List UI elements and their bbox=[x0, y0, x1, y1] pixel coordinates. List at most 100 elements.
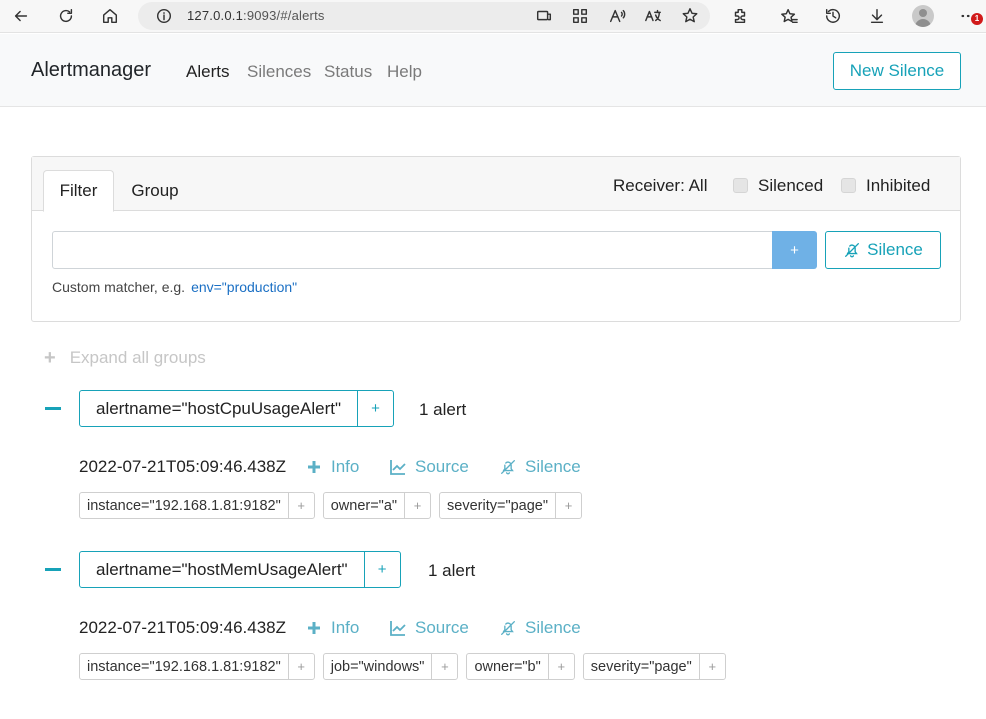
filter-matcher-input[interactable] bbox=[52, 231, 774, 269]
group-label-text[interactable]: alertname="hostMemUsageAlert" bbox=[80, 552, 365, 587]
label-chip: instance="192.168.1.81:9182" + bbox=[79, 653, 315, 680]
app-navbar: Alertmanager Alerts Silences Status Help… bbox=[0, 34, 986, 107]
silenced-checkbox[interactable] bbox=[733, 178, 748, 193]
browser-toolbar: 127.0.0.1:9093/#/alerts 1 bbox=[0, 0, 986, 33]
group-label-filter: alertname="hostCpuUsageAlert" + bbox=[79, 390, 395, 427]
qr-code-icon[interactable] bbox=[568, 4, 592, 28]
label-chip: owner="b" + bbox=[466, 653, 575, 680]
hint-example-link[interactable]: env="production" bbox=[191, 279, 297, 295]
filter-card-header: Filter Group Receiver: All Silenced Inhi… bbox=[32, 157, 960, 212]
expand-all-groups[interactable]: + Expand all groups bbox=[44, 346, 206, 369]
add-matcher-button[interactable]: + bbox=[772, 231, 817, 269]
chart-line-icon bbox=[390, 621, 406, 636]
nav-alerts[interactable]: Alerts bbox=[186, 62, 229, 82]
url-path: :9093/#/alerts bbox=[243, 8, 325, 23]
history-icon[interactable] bbox=[821, 4, 845, 28]
profile-avatar-icon[interactable] bbox=[912, 5, 934, 27]
alert-count: 1 alert bbox=[428, 561, 476, 580]
label-add-button[interactable]: + bbox=[405, 493, 430, 518]
add-favorite-icon[interactable] bbox=[678, 4, 702, 28]
group-add-filter-button[interactable]: + bbox=[358, 391, 393, 426]
info-label: Info bbox=[331, 618, 360, 637]
alert-count: 1 alert bbox=[419, 400, 467, 419]
bell-slash-icon bbox=[501, 460, 515, 475]
label-add-button[interactable]: + bbox=[700, 654, 725, 679]
label-chip: severity="page" + bbox=[439, 492, 583, 519]
group-label-text[interactable]: alertname="hostCpuUsageAlert" bbox=[80, 391, 359, 426]
label-chip-text[interactable]: instance="192.168.1.81:9182" bbox=[80, 654, 289, 679]
source-link[interactable]: Source bbox=[389, 457, 469, 477]
url-host: 127.0.0.1 bbox=[187, 8, 244, 23]
group-add-filter-button[interactable]: + bbox=[365, 552, 400, 587]
label-add-button[interactable]: + bbox=[289, 493, 314, 518]
plus-icon bbox=[308, 622, 320, 634]
silence-alert-label: Silence bbox=[525, 618, 581, 637]
silence-alert-button[interactable]: Silence bbox=[499, 618, 581, 638]
label-chip: instance="192.168.1.81:9182" + bbox=[79, 492, 315, 519]
silence-alert-button[interactable]: Silence bbox=[499, 457, 581, 477]
alert-timestamp: 2022-07-21T05:09:46.438Z bbox=[79, 618, 286, 637]
nav-status[interactable]: Status bbox=[324, 62, 372, 82]
label-add-button[interactable]: + bbox=[432, 654, 457, 679]
label-chip: job="windows" + bbox=[322, 653, 459, 680]
label-add-button[interactable]: + bbox=[549, 654, 574, 679]
back-icon[interactable] bbox=[9, 4, 33, 28]
home-icon[interactable] bbox=[98, 4, 122, 28]
expand-all-label: Expand all groups bbox=[69, 348, 206, 367]
info-label: Info bbox=[331, 457, 360, 476]
hint-text: Custom matcher, e.g. bbox=[52, 279, 186, 295]
info-button[interactable]: Info bbox=[305, 457, 359, 477]
bell-slash-icon bbox=[845, 243, 860, 258]
group-label-filter: alertname="hostMemUsageAlert" + bbox=[79, 551, 401, 588]
read-aloud-icon[interactable] bbox=[605, 4, 629, 28]
filter-card: Filter Group Receiver: All Silenced Inhi… bbox=[31, 156, 961, 322]
silence-alert-label: Silence bbox=[525, 457, 581, 476]
inhibited-label[interactable]: Inhibited bbox=[866, 176, 930, 196]
downloads-icon[interactable] bbox=[865, 4, 889, 28]
inhibited-checkbox[interactable] bbox=[841, 178, 856, 193]
site-info-icon[interactable] bbox=[152, 4, 176, 28]
alert-timestamp: 2022-07-21T05:09:46.438Z bbox=[79, 457, 286, 476]
label-chip: severity="page" + bbox=[582, 653, 726, 680]
plus-icon: + bbox=[44, 347, 56, 369]
bell-slash-icon bbox=[501, 621, 515, 636]
receiver-select[interactable]: Receiver: All bbox=[613, 176, 707, 196]
label-chip-text[interactable]: owner="a" bbox=[324, 493, 406, 518]
label-add-button[interactable]: + bbox=[289, 654, 314, 679]
source-label: Source bbox=[415, 457, 469, 476]
label-chip-text[interactable]: severity="page" bbox=[584, 654, 700, 679]
plus-icon bbox=[308, 461, 320, 473]
label-chip-text[interactable]: instance="192.168.1.81:9182" bbox=[80, 493, 289, 518]
translate-icon[interactable] bbox=[641, 4, 665, 28]
collapse-group-icon[interactable] bbox=[45, 568, 61, 571]
nav-silences[interactable]: Silences bbox=[247, 62, 311, 82]
alert-labels: instance="192.168.1.81:9182" + owner="a" +… bbox=[79, 492, 583, 519]
address-bar[interactable]: 127.0.0.1:9093/#/alerts bbox=[138, 2, 710, 30]
label-chip-text[interactable]: job="windows" bbox=[324, 654, 433, 679]
tab-group[interactable]: Group bbox=[116, 170, 194, 212]
chart-line-icon bbox=[390, 460, 406, 475]
app-available-icon[interactable] bbox=[532, 4, 556, 28]
source-link[interactable]: Source bbox=[389, 618, 469, 638]
nav-help[interactable]: Help bbox=[387, 62, 422, 82]
silence-filter-button[interactable]: Silence bbox=[825, 231, 941, 269]
refresh-icon[interactable] bbox=[54, 4, 78, 28]
silenced-label[interactable]: Silenced bbox=[758, 176, 823, 196]
silence-filter-label: Silence bbox=[867, 240, 923, 259]
url-text: 127.0.0.1:9093/#/alerts bbox=[187, 8, 325, 23]
favorites-icon[interactable] bbox=[777, 4, 801, 28]
tab-filter[interactable]: Filter bbox=[43, 170, 114, 212]
matcher-hint: Custom matcher, e.g. env="production" bbox=[52, 279, 297, 295]
extensions-icon[interactable] bbox=[728, 4, 752, 28]
alert-labels: instance="192.168.1.81:9182" + job="windo… bbox=[79, 653, 726, 680]
label-chip-text[interactable]: owner="b" bbox=[467, 654, 549, 679]
brand-title[interactable]: Alertmanager bbox=[31, 59, 151, 82]
info-button[interactable]: Info bbox=[305, 618, 359, 638]
notification-badge: 1 bbox=[971, 13, 983, 25]
label-chip-text[interactable]: severity="page" bbox=[440, 493, 557, 518]
label-add-button[interactable]: + bbox=[556, 493, 581, 518]
collapse-group-icon[interactable] bbox=[45, 407, 61, 410]
new-silence-button[interactable]: New Silence bbox=[833, 52, 961, 90]
source-label: Source bbox=[415, 618, 469, 637]
label-chip: owner="a" + bbox=[322, 492, 432, 519]
